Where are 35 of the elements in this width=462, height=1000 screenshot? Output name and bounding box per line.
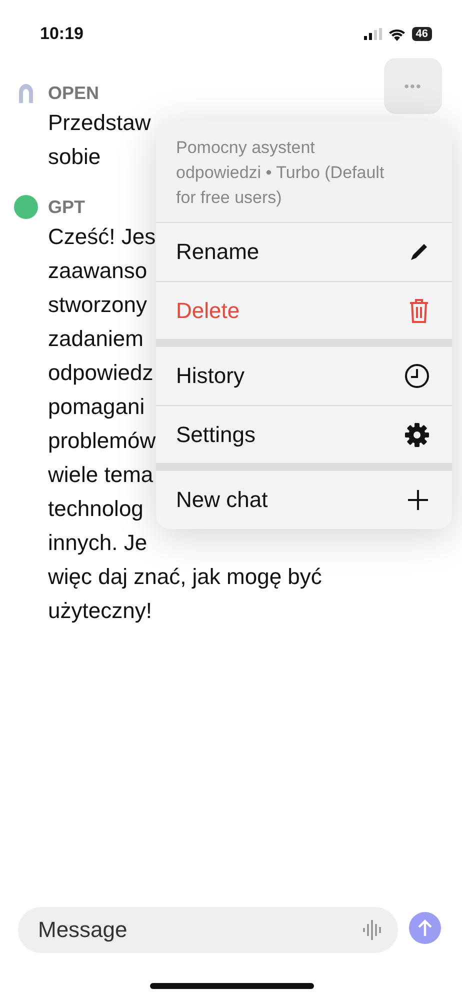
arrow-up-icon	[417, 919, 433, 937]
message-line: zadaniem	[48, 326, 144, 351]
menu-item[interactable]: Settings	[156, 405, 452, 463]
status-time: 10:19	[40, 24, 84, 44]
message-line: Przedstaw	[48, 110, 151, 135]
message-line: użyteczny!	[48, 598, 152, 623]
message-line: innych. Je	[48, 530, 148, 555]
message-line: Cześć! Jes	[48, 224, 156, 249]
author-name: OPEN	[48, 82, 100, 105]
message-line: zaawanso	[48, 258, 148, 283]
message-input[interactable]: Message	[36, 916, 362, 944]
menu-item[interactable]: New chat	[156, 471, 452, 529]
message-line: więc daj znać, jak mogę być	[48, 564, 322, 589]
send-button[interactable]	[409, 912, 441, 944]
settings-icon	[404, 422, 430, 448]
wifi-icon	[388, 28, 406, 40]
battery-level: 46	[412, 27, 432, 41]
pencil-icon	[408, 241, 430, 263]
message-line: wiele tema	[48, 462, 154, 487]
message-line: problemów	[48, 428, 156, 453]
trash-icon	[408, 298, 430, 324]
message-line: pomagani	[48, 394, 145, 419]
message-field[interactable]: Message	[18, 907, 398, 953]
message-line: stworzony	[48, 292, 148, 317]
message-line: technolog	[48, 496, 144, 521]
menu-item[interactable]: History	[156, 347, 452, 405]
message-line: sobie	[48, 144, 101, 169]
message-line: odpowiedz	[48, 360, 154, 385]
menu-item[interactable]: Rename	[156, 223, 452, 281]
menu-item[interactable]: Delete	[156, 281, 452, 339]
plus-icon	[406, 488, 430, 512]
waveform-icon[interactable]	[362, 918, 384, 942]
clock-icon	[404, 363, 430, 389]
signal-icon	[364, 28, 382, 40]
author-name: GPT	[48, 196, 86, 219]
